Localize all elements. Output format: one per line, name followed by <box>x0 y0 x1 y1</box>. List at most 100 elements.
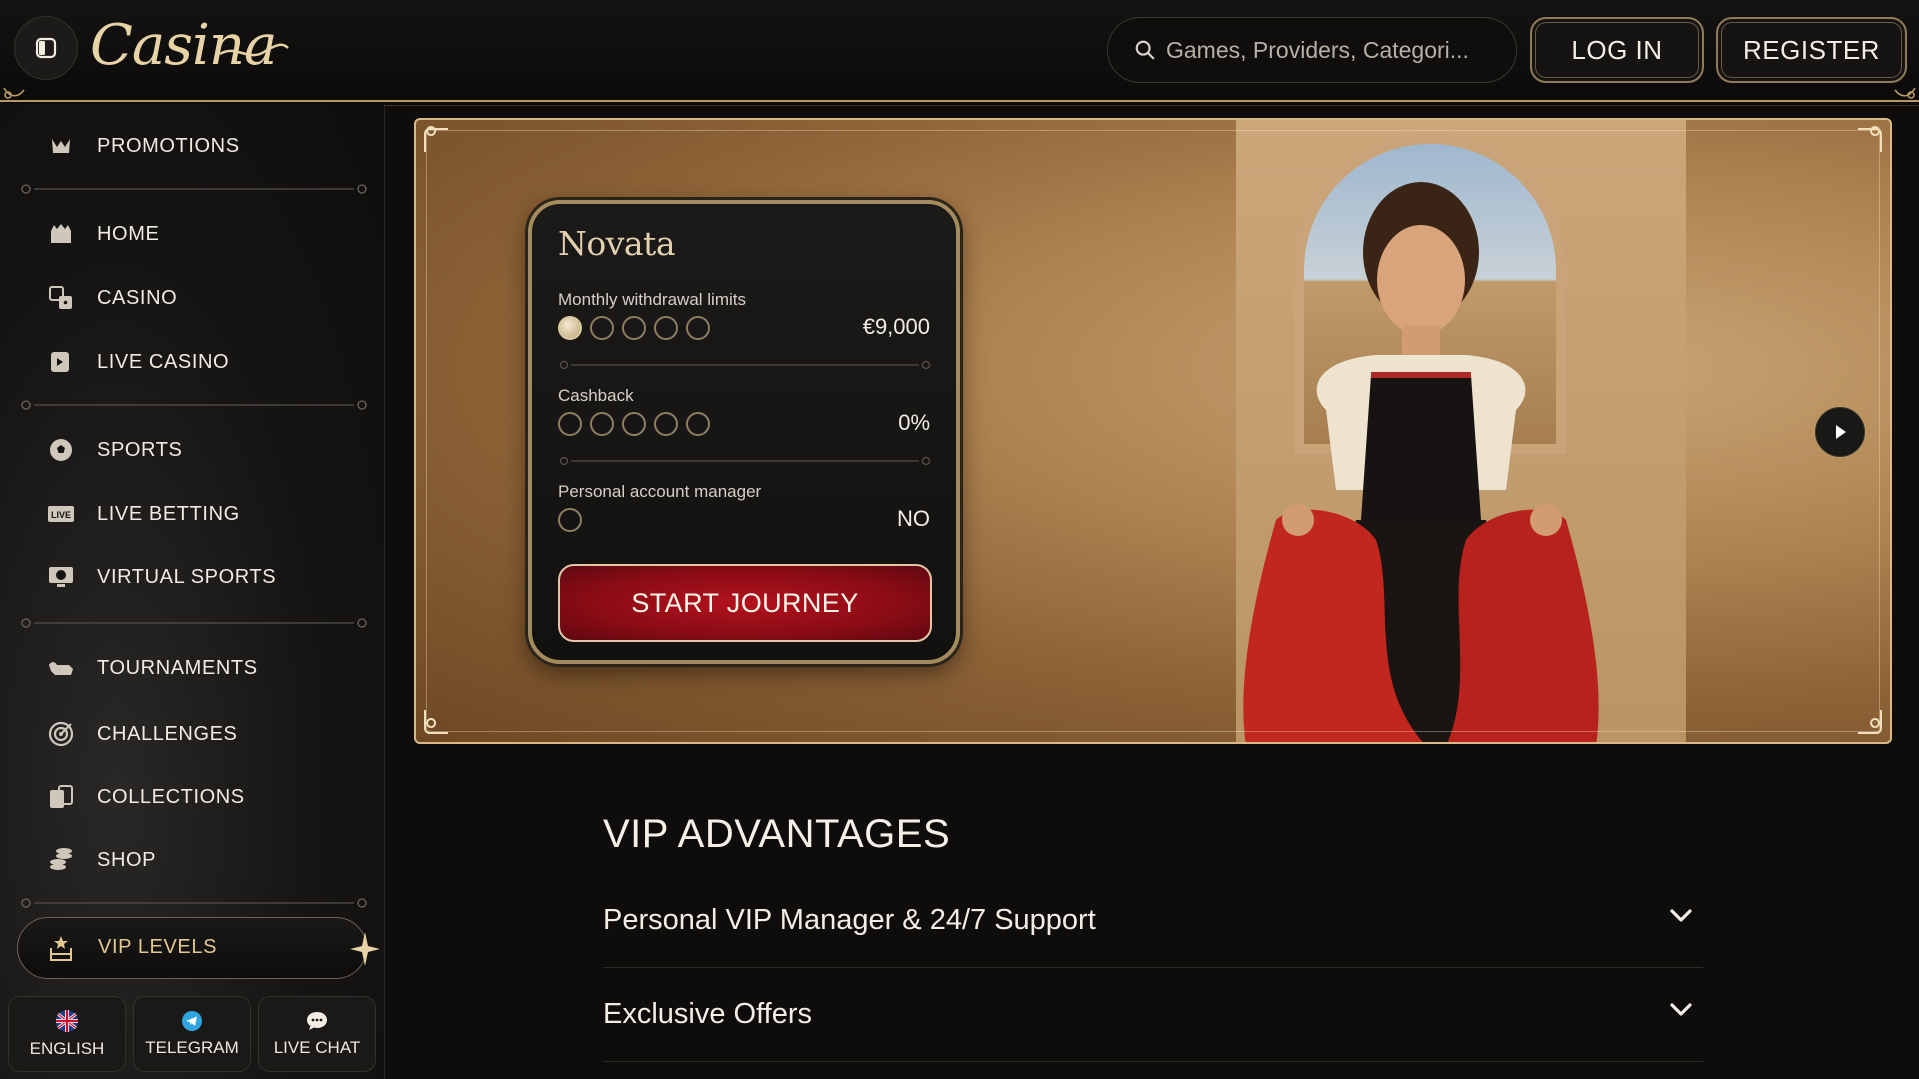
virtual-sports-icon <box>46 562 76 592</box>
vip-level-card: Novata Monthly withdrawal limits €9,000 … <box>528 200 960 664</box>
cashback-value: 0% <box>898 410 930 435</box>
register-button[interactable]: REGISTER <box>1716 17 1907 83</box>
divider <box>559 456 931 466</box>
ornament-icon <box>1894 87 1916 99</box>
coins-icon <box>46 845 76 875</box>
sidebar-item-label: PROMOTIONS <box>97 134 240 157</box>
dice-icon <box>46 283 76 313</box>
level-dot <box>686 316 710 340</box>
language-label: ENGLISH <box>29 1039 105 1058</box>
login-button[interactable]: LOG IN <box>1530 17 1704 83</box>
sidebar-item-label: LIVE CASINO <box>97 350 230 373</box>
divider <box>21 618 367 628</box>
vip-level-title: Novata <box>558 224 676 263</box>
ornament-icon <box>424 710 448 734</box>
sidebar-toggle-button[interactable] <box>14 16 78 80</box>
sidebar-item-label: SHOP <box>97 848 157 871</box>
level-dot <box>590 316 614 340</box>
account-manager-value: NO <box>897 506 930 531</box>
sidebar-item-promotions[interactable]: PROMOTIONS <box>0 120 385 172</box>
soccer-ball-icon <box>46 435 76 465</box>
sidebar-item-live-casino[interactable]: LIVE CASINO <box>0 336 385 388</box>
chevron-right-icon <box>1836 425 1846 439</box>
sidebar-item-shop[interactable]: SHOP <box>0 834 385 886</box>
chat-bubble-icon <box>307 1012 327 1030</box>
live-chat-label: LIVE CHAT <box>273 1038 361 1057</box>
target-icon <box>46 719 76 749</box>
level-dot <box>686 412 710 436</box>
search-bar[interactable] <box>1107 17 1517 83</box>
sparkle-icon <box>350 932 380 966</box>
ornament-icon <box>3 87 25 99</box>
sidebar-item-label: HOME <box>97 222 160 245</box>
accordion-item[interactable]: Personal VIP Manager & 24/7 Support <box>603 876 1703 968</box>
ornament-icon <box>1858 126 1882 152</box>
divider <box>21 184 367 194</box>
account-manager-dots <box>558 508 582 532</box>
ornament-icon <box>424 126 448 152</box>
cashback-level-dots <box>558 412 710 436</box>
level-dot <box>654 316 678 340</box>
start-journey-button[interactable]: START JOURNEY <box>558 564 932 642</box>
sidebar-item-label: CASINO <box>97 286 178 309</box>
chevron-down-icon <box>1670 909 1692 922</box>
level-dot <box>622 316 646 340</box>
sidebar-item-virtual-sports[interactable]: VIRTUAL SPORTS <box>0 551 385 603</box>
accordion-item[interactable]: Exclusive Offers <box>603 970 1703 1062</box>
telegram-label: TELEGRAM <box>145 1038 239 1057</box>
level-dot <box>558 508 582 532</box>
gift-icon <box>46 131 76 161</box>
vip-hero-banner: Novata Monthly withdrawal limits €9,000 … <box>414 118 1892 744</box>
account-manager-label: Personal account manager <box>558 482 762 501</box>
sidebar-item-label: LIVE BETTING <box>97 502 240 525</box>
sidebar-item-label: CHALLENGES <box>97 722 238 745</box>
telegram-icon <box>182 1011 202 1031</box>
sidebar-item-label: VIP LEVELS <box>98 936 218 958</box>
logo-swash-icon <box>219 43 289 57</box>
telegram-button[interactable]: TELEGRAM <box>133 996 251 1072</box>
vip-advantages-title: VIP ADVANTAGES <box>603 812 951 856</box>
svg-text:LIVE: LIVE <box>51 510 71 520</box>
divider <box>21 898 367 908</box>
sidebar-item-challenges[interactable]: CHALLENGES <box>0 708 385 760</box>
sidebar-item-label: TOURNAMENTS <box>97 656 258 679</box>
sidebar-item-vip-levels[interactable]: VIP LEVELS <box>17 917 380 979</box>
sidebar-toggle-icon <box>35 37 57 59</box>
sidebar: PROMOTIONS HOME CASINO LIVE CASINO SPORT… <box>0 104 385 1079</box>
top-header: Casina LOG IN REGISTER <box>0 0 1919 106</box>
level-dot <box>654 412 678 436</box>
sidebar-item-tournaments[interactable]: TOURNAMENTS <box>0 642 385 694</box>
sidebar-item-home[interactable]: HOME <box>0 208 385 260</box>
sidebar-item-label: SPORTS <box>97 438 183 461</box>
withdrawal-limit-value: €9,000 <box>862 314 930 339</box>
language-button[interactable]: ENGLISH <box>8 996 126 1072</box>
home-icon <box>46 219 76 249</box>
accordion-item-label: Personal VIP Manager & 24/7 Support <box>603 904 1096 936</box>
sidebar-item-casino[interactable]: CASINO <box>0 272 385 324</box>
level-dot <box>622 412 646 436</box>
withdrawal-level-dots <box>558 316 710 340</box>
sidebar-item-live-betting[interactable]: LIVE LIVE BETTING <box>0 488 385 540</box>
next-slide-button[interactable] <box>1815 407 1865 457</box>
level-dot <box>590 412 614 436</box>
bull-icon <box>46 653 76 683</box>
throne-icon <box>46 933 76 963</box>
sidebar-item-collections[interactable]: COLLECTIONS <box>0 771 385 823</box>
level-dot <box>558 412 582 436</box>
sidebar-item-label: COLLECTIONS <box>97 785 245 808</box>
live-chat-button[interactable]: LIVE CHAT <box>258 996 376 1072</box>
live-badge-icon: LIVE <box>46 499 76 529</box>
divider <box>559 360 931 370</box>
chevron-down-icon <box>1670 1003 1692 1016</box>
live-casino-icon <box>46 347 76 377</box>
sidebar-item-label: VIRTUAL SPORTS <box>97 565 277 588</box>
sidebar-item-sports[interactable]: SPORTS <box>0 424 385 476</box>
uk-flag-icon <box>56 1010 78 1032</box>
search-input[interactable] <box>1166 36 1496 64</box>
divider <box>21 400 367 410</box>
search-icon <box>1135 40 1155 60</box>
cards-icon <box>46 782 76 812</box>
accordion-item-label: Exclusive Offers <box>603 998 812 1030</box>
withdrawal-limit-label: Monthly withdrawal limits <box>558 290 746 309</box>
ornament-icon <box>1858 710 1882 734</box>
